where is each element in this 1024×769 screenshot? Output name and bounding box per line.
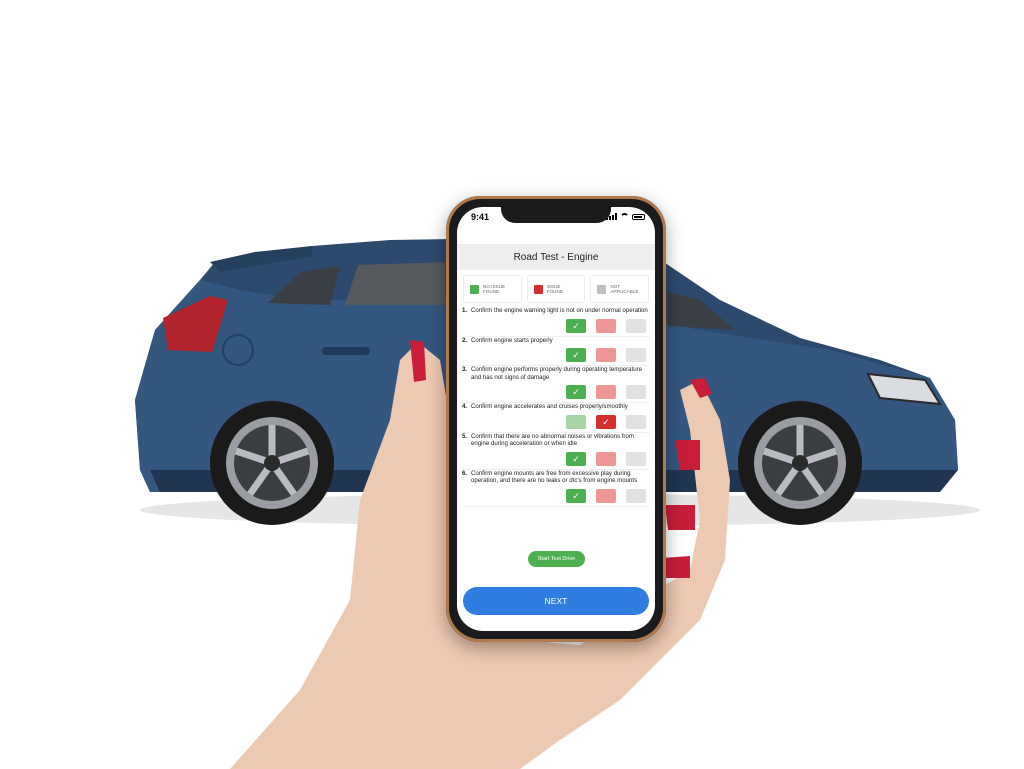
legend-label: ISSUE FOUND [546, 284, 564, 294]
checklist-item: 1. Confirm the engine warning light is no… [462, 307, 650, 337]
legend-not-applicable: NOT APPLICABLE [590, 275, 650, 303]
check-icon: ✓ [572, 453, 580, 464]
legend-label: NOT APPLICABLE [610, 284, 639, 294]
not-applicable-option[interactable] [626, 318, 646, 333]
no-issue-option[interactable] [566, 414, 586, 429]
item-number: 6. [462, 469, 468, 477]
no-issue-option[interactable]: ✓ [566, 385, 586, 399]
legend-no-issue: NO ISSUE FOUND [463, 275, 522, 303]
item-text: Confirm that there are no abnormal noise… [471, 432, 634, 448]
battery-icon [632, 213, 645, 220]
check-icon: ✓ [572, 387, 580, 397]
item-number: 5. [462, 432, 468, 440]
item-number: 4. [462, 403, 468, 410]
item-text: Confirm the engine warning light is not … [471, 307, 648, 314]
front-wheel [738, 401, 862, 525]
wifi-icon [620, 213, 629, 220]
no-issue-option[interactable]: ✓ [566, 318, 586, 333]
legend-label: NO ISSUE FOUND [483, 284, 505, 294]
checklist: 1. Confirm the engine warning light is no… [462, 307, 650, 507]
red-swatch-icon [533, 284, 543, 294]
check-icon: ✓ [572, 350, 580, 360]
item-text: Confirm engine mounts are free from exce… [471, 469, 638, 485]
issue-option[interactable]: ✓ [596, 414, 616, 429]
not-applicable-option[interactable] [626, 385, 646, 399]
item-text: Confirm engine performs properly during … [471, 366, 643, 381]
next-button[interactable]: NEXT [463, 587, 649, 615]
no-issue-option[interactable]: ✓ [566, 348, 586, 362]
issue-option[interactable] [596, 348, 616, 362]
no-issue-option[interactable]: ✓ [566, 488, 586, 503]
item-text: Confirm engine starts properly [471, 336, 553, 344]
check-icon: ✓ [572, 320, 580, 331]
status-time: 9:41 [471, 212, 490, 222]
no-issue-option[interactable]: ✓ [566, 451, 586, 466]
not-applicable-option[interactable] [626, 488, 646, 503]
checklist-item: 4. Confirm engine accelerates and cruises… [462, 403, 650, 433]
issue-option[interactable] [596, 318, 616, 333]
start-test-drive-button[interactable]: Start Test Drive [528, 551, 585, 567]
green-swatch-icon [470, 284, 479, 294]
issue-option[interactable] [596, 488, 616, 503]
item-number: 2. [462, 336, 468, 344]
checklist-item: 3. Confirm engine performs properly durin… [462, 366, 650, 403]
phone-screen: 9:41 Road Test - Engine NO ISSUE FOUND I… [457, 207, 655, 631]
page-title: Road Test - Engine [457, 244, 655, 270]
issue-option[interactable] [596, 385, 616, 399]
check-icon: ✓ [602, 416, 610, 427]
check-icon: ✓ [572, 490, 580, 501]
not-applicable-option[interactable] [626, 451, 646, 466]
status-legend: NO ISSUE FOUND ISSUE FOUND NOT APPLICABL… [463, 275, 650, 303]
item-number: 1. [462, 307, 468, 314]
signal-icon [606, 213, 617, 220]
item-number: 3. [462, 366, 468, 373]
legend-issue: ISSUE FOUND [526, 275, 586, 303]
grey-swatch-icon [597, 284, 607, 294]
status-icons [606, 213, 645, 220]
phone-notch [501, 207, 611, 223]
issue-option[interactable] [596, 451, 616, 466]
checklist-item: 5. Confirm that there are no abnormal noi… [462, 433, 650, 470]
rear-wheel [210, 401, 334, 525]
item-text: Confirm engine accelerates and cruises p… [471, 403, 628, 410]
checklist-item: 2. Confirm engine starts properly ✓ [462, 336, 650, 366]
not-applicable-option[interactable] [626, 348, 646, 362]
checklist-item: 6. Confirm engine mounts are free from ex… [462, 470, 650, 507]
not-applicable-option[interactable] [626, 414, 646, 429]
